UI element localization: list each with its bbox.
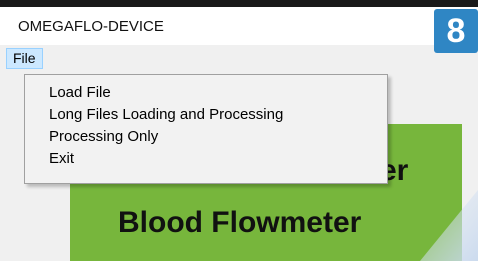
menu-bar: File — [0, 45, 478, 72]
step-number: 8 — [446, 12, 466, 50]
menu-item-load-file[interactable]: Load File — [49, 84, 111, 101]
banner-text-line-2: Blood Flowmeter — [118, 206, 362, 239]
menu-item-processing-only[interactable]: Processing Only — [49, 128, 158, 145]
top-edge-strip — [0, 0, 478, 7]
menu-item-exit[interactable]: Exit — [49, 150, 74, 167]
title-bar: OMEGAFLO-DEVICE — [0, 7, 478, 45]
file-dropdown-menu: Load File Long Files Loading and Process… — [24, 74, 388, 184]
menu-file[interactable]: File — [6, 48, 43, 69]
decorative-fade-wedge — [420, 190, 478, 261]
step-number-badge: 8 — [434, 9, 478, 53]
window-title: OMEGAFLO-DEVICE — [18, 18, 164, 35]
menu-item-long-files[interactable]: Long Files Loading and Processing — [49, 106, 283, 123]
